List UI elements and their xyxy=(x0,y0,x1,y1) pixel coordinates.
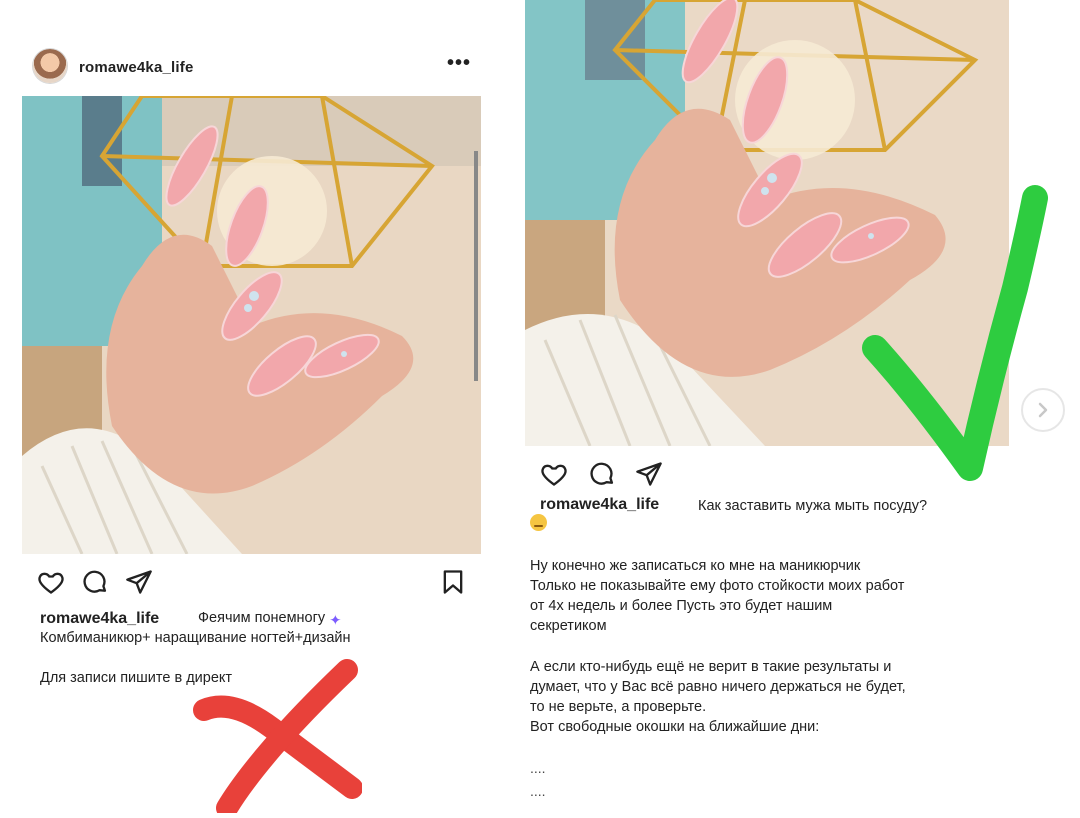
cross-mark-icon xyxy=(192,658,363,818)
send-icon[interactable] xyxy=(125,568,153,596)
caption-username[interactable]: romawe4ka_life xyxy=(40,608,159,629)
caption-body: Ну конечно же записаться ко мне на маник… xyxy=(530,556,990,758)
post-photo[interactable] xyxy=(22,96,481,554)
more-options-icon[interactable]: ••• xyxy=(447,52,471,75)
smirk-emoji-icon xyxy=(530,514,547,535)
caption-paragraph: Ну конечно же записаться ко мне на маник… xyxy=(530,558,905,634)
heart-icon[interactable] xyxy=(37,568,65,596)
send-icon[interactable] xyxy=(635,460,663,488)
caption-ellipsis: .... xyxy=(530,783,546,799)
bookmark-icon[interactable] xyxy=(439,568,467,596)
caption-ellipsis: .... xyxy=(530,760,546,776)
post-username[interactable]: romawe4ka_life xyxy=(79,59,194,76)
caption-line: Комбиманикюр+ наращивание ногтей+дизайн xyxy=(40,630,351,646)
caption-text-value: Феячим понемногу xyxy=(198,610,326,626)
heart-icon[interactable] xyxy=(540,460,568,488)
comment-icon[interactable] xyxy=(81,568,109,596)
caption-username[interactable]: romawe4ka_life xyxy=(540,494,659,515)
caption-text: Как заставить мужа мыть посуду? xyxy=(698,498,928,514)
avatar[interactable] xyxy=(33,49,67,83)
caption-paragraph: А если кто-нибудь ещё не верит в такие р… xyxy=(530,659,906,735)
comment-icon[interactable] xyxy=(588,460,616,488)
check-mark-icon xyxy=(850,178,1050,498)
